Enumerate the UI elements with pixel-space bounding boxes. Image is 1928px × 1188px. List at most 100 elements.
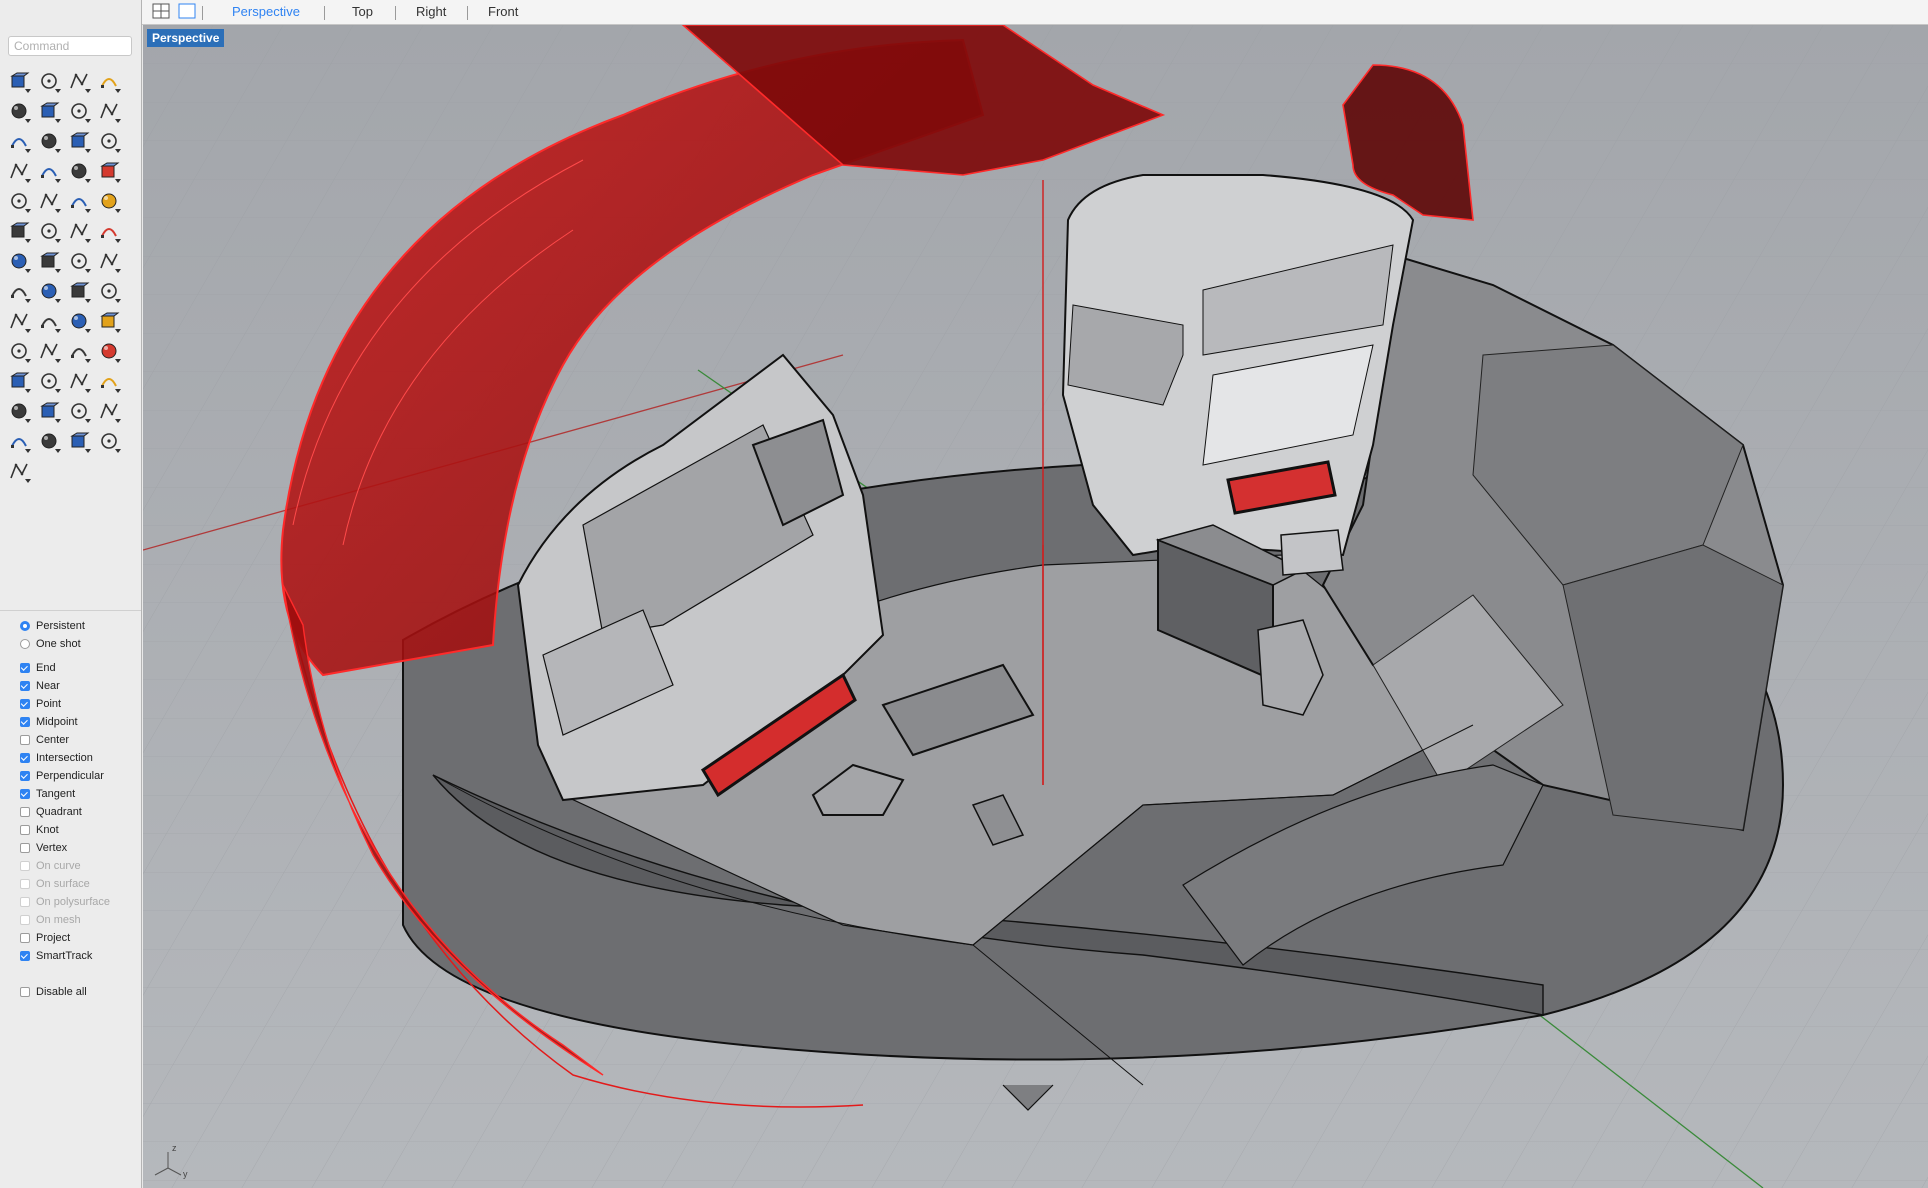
osnap-knot[interactable]: Knot [0, 821, 141, 839]
mirror-icon[interactable] [94, 246, 124, 276]
osnap-project[interactable]: Project [0, 929, 141, 947]
array-icon[interactable] [64, 246, 94, 276]
rectangle-icon[interactable] [94, 96, 124, 126]
osnap-center[interactable]: Center [0, 731, 141, 749]
extrude-icon[interactable] [64, 186, 94, 216]
car-render-icon[interactable] [34, 366, 64, 396]
checkbox-knot[interactable] [20, 825, 30, 835]
zoom-extents-icon[interactable] [4, 336, 34, 366]
polyline-icon[interactable] [64, 66, 94, 96]
surface-patch-icon[interactable] [64, 126, 94, 156]
osnap-vertex[interactable]: Vertex [0, 839, 141, 857]
osnap-tangent[interactable]: Tangent [0, 785, 141, 803]
checkbox-vertex[interactable] [20, 843, 30, 853]
tab-right[interactable]: Right [416, 4, 446, 19]
group-icon[interactable] [4, 216, 34, 246]
text-icon[interactable] [4, 246, 34, 276]
checkbox-midpoint[interactable] [20, 717, 30, 727]
circle-icon[interactable] [4, 96, 34, 126]
render-light-icon[interactable] [94, 366, 124, 396]
checkbox-quadrant[interactable] [20, 807, 30, 817]
viewport-label[interactable]: Perspective [147, 29, 225, 47]
model-scene[interactable]: z y [143, 25, 1928, 1188]
checkbox-point[interactable] [20, 699, 30, 709]
osnap-smarttrack[interactable]: SmartTrack [0, 947, 141, 965]
sphere-wire-icon[interactable] [4, 426, 34, 456]
select-arrow-icon[interactable] [4, 66, 34, 96]
checkbox-project[interactable] [20, 933, 30, 943]
offset-icon[interactable] [64, 216, 94, 246]
perspective-viewport[interactable]: z y Perspective [143, 25, 1928, 1188]
paint-icon[interactable] [94, 306, 124, 336]
osnap-near[interactable]: Near [0, 677, 141, 695]
cylinder-icon[interactable] [64, 156, 94, 186]
sphere-mesh-icon[interactable] [34, 426, 64, 456]
osnap-perpendicular[interactable]: Perpendicular [0, 767, 141, 785]
layer-icon[interactable] [94, 276, 124, 306]
disable-all-checkbox[interactable] [20, 987, 30, 997]
move-icon[interactable] [34, 246, 64, 276]
tab-front[interactable]: Front [488, 4, 518, 19]
osnap-label: Vertex [36, 842, 68, 854]
radio-one-shot[interactable] [20, 639, 30, 649]
checkbox-smarttrack[interactable] [20, 951, 30, 961]
point-icon[interactable] [34, 66, 64, 96]
sphere-render-icon[interactable] [64, 426, 94, 456]
osnap-point[interactable]: Point [0, 695, 141, 713]
color-swatch-icon[interactable] [64, 396, 94, 426]
checkbox-tangent[interactable] [20, 789, 30, 799]
analyze-icon[interactable] [4, 306, 34, 336]
osnap-label: Quadrant [36, 806, 82, 818]
polygon-icon[interactable] [64, 96, 94, 126]
zoom-window-icon[interactable] [34, 336, 64, 366]
ellipse-icon[interactable] [34, 96, 64, 126]
osnap-quadrant[interactable]: Quadrant [0, 803, 141, 821]
surface-edge-icon[interactable] [94, 126, 124, 156]
color-wheel-icon[interactable] [94, 396, 124, 426]
grid-array-icon[interactable] [64, 276, 94, 306]
explode-icon[interactable] [4, 186, 34, 216]
disable-all-option[interactable]: Disable all [0, 983, 141, 1001]
checkbox-center[interactable] [20, 735, 30, 745]
osnap-mode-persistent[interactable]: Persistent [0, 617, 141, 635]
block-icon[interactable] [4, 276, 34, 306]
dimension-icon[interactable] [34, 276, 64, 306]
single-viewport-layout-icon[interactable] [178, 3, 196, 19]
tool-palette [4, 66, 134, 486]
box-solid-icon[interactable] [4, 156, 34, 186]
material-icon[interactable] [64, 366, 94, 396]
osnap-end[interactable]: End [0, 659, 141, 677]
check-icon[interactable] [34, 306, 64, 336]
checkbox-end[interactable] [20, 663, 30, 673]
join-icon[interactable] [34, 216, 64, 246]
radio-persistent[interactable] [20, 621, 30, 631]
lock-icon[interactable] [34, 396, 64, 426]
light-bulb-icon[interactable] [4, 396, 34, 426]
curve-icon[interactable] [94, 66, 124, 96]
checkbox-perpendicular[interactable] [20, 771, 30, 781]
osnap-label: On mesh [36, 914, 81, 926]
tab-perspective[interactable]: Perspective [232, 4, 300, 19]
cone-icon[interactable] [94, 426, 124, 456]
command-input[interactable] [8, 36, 132, 56]
checkbox-intersection[interactable] [20, 753, 30, 763]
tab-top[interactable]: Top [352, 4, 373, 19]
osnap-mode-one-shot[interactable]: One shot [0, 635, 141, 653]
plane-icon[interactable] [94, 156, 124, 186]
shade-icon[interactable] [64, 306, 94, 336]
checkbox-near[interactable] [20, 681, 30, 691]
osnap-intersection[interactable]: Intersection [0, 749, 141, 767]
zoom-selected-icon[interactable] [64, 336, 94, 366]
four-viewport-layout-icon[interactable] [152, 3, 170, 19]
arc-icon[interactable] [4, 126, 34, 156]
boolean-icon[interactable] [34, 186, 64, 216]
osnap-midpoint[interactable]: Midpoint [0, 713, 141, 731]
sphere-solid-icon[interactable] [34, 156, 64, 186]
gumball-icon[interactable] [4, 456, 34, 486]
rotate-view-icon[interactable] [4, 366, 34, 396]
axis-label-z: z [172, 1143, 177, 1153]
blend-icon[interactable] [94, 216, 124, 246]
sweep-icon[interactable] [94, 186, 124, 216]
zoom-icon[interactable] [94, 336, 124, 366]
fillet-icon[interactable] [34, 126, 64, 156]
